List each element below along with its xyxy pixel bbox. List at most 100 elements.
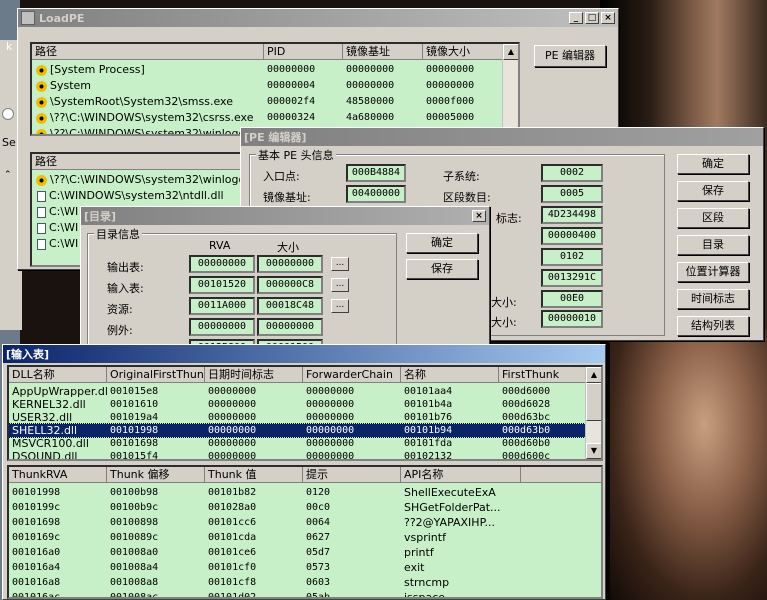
dll-scroll-down-icon[interactable]: ▼ <box>586 443 601 459</box>
dll-col-header[interactable]: 名称 <box>401 367 499 383</box>
directory-browse-button[interactable]: ... <box>331 299 349 313</box>
directory-size-field[interactable]: 000000C8 <box>257 276 323 294</box>
pe-save-button[interactable]: 保存 <box>677 181 749 201</box>
image-base-field[interactable]: 00400000 <box>346 185 406 203</box>
dll-col-header[interactable]: DLL名称 <box>9 367 107 383</box>
pe-time-stamp-button[interactable]: 时间标志 <box>677 289 749 309</box>
dll-cell: AppUpWrapper.dll <box>12 385 107 398</box>
thunk-list[interactable]: ThunkRVA Thunk 偏移 Thunk 值提示 API名称 00101998 0… <box>7 465 603 599</box>
thunk-col-header[interactable]: 提示 <box>303 467 401 483</box>
dll-col-header[interactable]: 日期时间标志 <box>205 367 303 383</box>
process-path: \??\C:\WINDOWS\system32\winlogon.exe <box>50 127 264 136</box>
dll-list[interactable]: DLL名称 OriginalFirstThunk 日期时间标志 ForwarderCh… <box>7 365 603 461</box>
process-pid: 00000000 <box>267 64 316 75</box>
thunk-row[interactable]: 00101998 00100b98 00101b82 0120 ShellExecute… <box>9 485 601 500</box>
directory-ok-button[interactable]: 确定 <box>406 233 478 253</box>
directory-browse-button[interactable]: ... <box>331 278 349 292</box>
module-row[interactable]: \??\C:\WINDOWS\system32\winlogon.exe <box>32 172 248 188</box>
entry-point-field[interactable]: 000B4884 <box>346 164 406 182</box>
dll-col-header[interactable]: FirstThunk <box>499 367 587 383</box>
thunk-row[interactable]: 001016a0 001008a0 00101ce6 05d7 printf <box>9 545 601 560</box>
dll-row[interactable]: KERNEL32.dll 00101610 00000000 00000000 0010… <box>9 398 601 411</box>
subsystem-field[interactable]: 0002 <box>541 164 603 182</box>
dll-row[interactable]: DSOUND.dll 001015f4 00000000 00000000 001021… <box>9 450 601 461</box>
field-row4[interactable]: 00000400 <box>541 227 603 245</box>
directory-rva-field[interactable]: 00000000 <box>189 318 255 336</box>
pe-location-calculator-button[interactable]: 位置计算器 <box>677 262 749 282</box>
col-size[interactable]: 镜像大小 <box>423 44 503 60</box>
process-row[interactable]: System 00000004 00000000 00000000 <box>32 78 518 94</box>
fragment-text-2: Se <box>2 136 16 149</box>
pe-ok-button[interactable]: 确定 <box>677 154 749 174</box>
maximize-button[interactable]: □ <box>585 12 599 24</box>
thunk-cell: 00101cf8 <box>208 577 257 588</box>
thunk-col-header[interactable]: ThunkRVA <box>9 467 107 483</box>
process-row[interactable]: [System Process] 00000000 00000000 00000000 <box>32 62 518 78</box>
thunk-row[interactable]: 001016ac 001008ac 00101d02 05ab isspace <box>9 590 601 597</box>
dll-row[interactable]: MSVCR100.dll 00101698 00000000 00000000 0010… <box>9 437 601 450</box>
dll-row[interactable]: USER32.dll 001019a4 00000000 00000000 00101b… <box>9 411 601 424</box>
dll-scroll-thumb[interactable] <box>586 383 601 421</box>
dll-row[interactable]: SHELL32.dll 00101998 00000000 00000000 00101… <box>9 423 601 438</box>
thunk-cell: 00100b98 <box>110 487 159 498</box>
thunk-row[interactable]: 0010169c 0010089c 00101cda 0627 vsprintf <box>9 530 601 545</box>
dll-col-header[interactable]: OriginalFirstThunk <box>107 367 205 383</box>
thunk-cell: 00101cc6 <box>208 517 257 528</box>
dll-cell: 00000000 <box>306 425 355 436</box>
dll-cell: 001015f4 <box>110 451 159 461</box>
dll-col-header[interactable]: ForwarderChain <box>303 367 401 383</box>
dll-row[interactable]: AppUpWrapper.dll 001015e8 00000000 00000000… <box>9 385 601 398</box>
thunk-col-header[interactable]: API名称 <box>401 467 521 483</box>
col-pid[interactable]: PID <box>264 44 343 60</box>
dll-cell: 00102132 <box>404 451 453 461</box>
process-list[interactable]: 路径 PID 镜像基址 镜像大小 [System Process] 0000000… <box>30 42 520 136</box>
directory-browse-button[interactable]: ... <box>331 257 349 271</box>
col-module-path[interactable]: 路径 <box>32 154 248 170</box>
close-button[interactable]: × <box>601 12 615 24</box>
process-row[interactable]: \??\C:\WINDOWS\system32\csrss.exe 0000032… <box>32 110 518 126</box>
directory-titlebar[interactable]: [目录] × <box>81 207 489 225</box>
dll-scroll-up-icon[interactable]: ▲ <box>586 367 601 383</box>
process-row[interactable]: \SystemRoot\System32\smss.exe 000002f4 485… <box>32 94 518 110</box>
thunk-col-header[interactable]: Thunk 值 <box>205 467 303 483</box>
directory-rva-field[interactable]: 00101520 <box>189 276 255 294</box>
radiation-icon <box>36 96 47 108</box>
field-row3[interactable]: 4D234498 <box>541 206 603 224</box>
field-row5[interactable]: 0102 <box>541 248 603 266</box>
thunk-col-header[interactable]: Thunk 偏移 <box>107 467 205 483</box>
fragment-chevron-icon[interactable]: ⌃ <box>4 170 12 180</box>
directory-size-field[interactable]: 00000000 <box>257 255 323 273</box>
scroll-up-icon[interactable]: ▲ <box>503 44 518 60</box>
pe-editor-titlebar[interactable]: [PE 编辑器] <box>241 128 763 146</box>
pe-editor-button[interactable]: PE 编辑器 <box>534 45 606 67</box>
dll-list-scrollbar[interactable]: ▲ ▼ <box>585 367 601 459</box>
pe-structure-list-button[interactable]: 结构列表 <box>677 316 749 336</box>
process-list-scrollbar[interactable]: ▲ <box>502 44 518 134</box>
process-base: 48580000 <box>346 96 395 107</box>
directory-close-button[interactable]: × <box>472 210 486 222</box>
pe-sections-button[interactable]: 区段 <box>677 208 749 228</box>
module-row[interactable]: C:\WINDOWS\system32\ntdll.dll <box>32 188 248 204</box>
thunk-row[interactable]: 001016a8 001008a8 00101cf8 0603 strncmp <box>9 575 601 590</box>
fragment-radio[interactable] <box>2 108 14 120</box>
thunk-row[interactable]: 001016a4 001008a4 00101cf0 0573 exit <box>9 560 601 575</box>
directory-size-field[interactable]: 00000000 <box>257 318 323 336</box>
field-row7[interactable]: 00E0 <box>541 290 603 308</box>
dll-cell: SHELL32.dll <box>12 424 78 437</box>
import-table-titlebar[interactable]: [输入表] <box>3 345 605 363</box>
col-base[interactable]: 镜像基址 <box>343 44 423 60</box>
directory-rva-field[interactable]: 00000000 <box>189 255 255 273</box>
directory-size-field[interactable]: 00018C48 <box>257 297 323 315</box>
field-row6[interactable]: 0013291C <box>541 269 603 287</box>
directory-save-button[interactable]: 保存 <box>406 259 478 279</box>
field-row8[interactable]: 00000010 <box>541 310 603 328</box>
thunk-row[interactable]: 00101698 00100898 00101cc6 0064 ??2@YAPAXIHP… <box>9 515 601 530</box>
pe-directories-button[interactable]: 目录 <box>677 235 749 255</box>
dll-cell: 00000000 <box>306 386 355 397</box>
loadpe-titlebar[interactable]: LoadPE _ □ × <box>18 9 618 27</box>
directory-rva-field[interactable]: 0011A000 <box>189 297 255 315</box>
minimize-button[interactable]: _ <box>569 12 583 24</box>
thunk-row[interactable]: 0010199c 00100b9c 001028a0 00c0 SHGetFolderP… <box>9 500 601 515</box>
sections-field[interactable]: 0005 <box>541 185 603 203</box>
col-path[interactable]: 路径 <box>32 44 264 60</box>
